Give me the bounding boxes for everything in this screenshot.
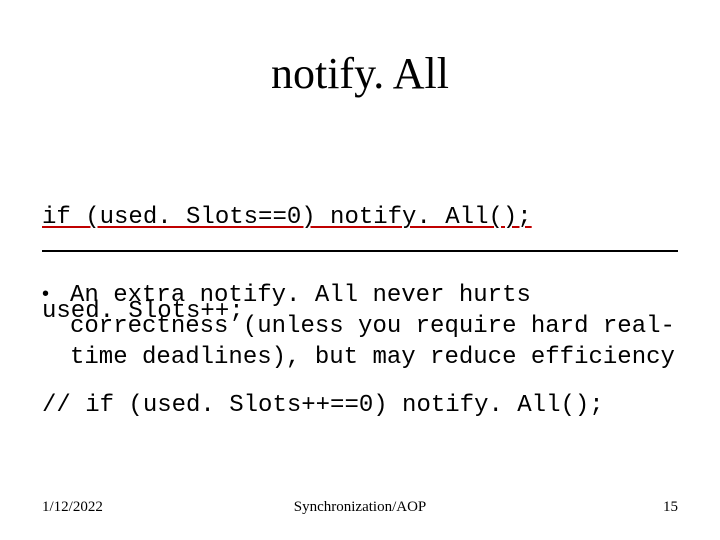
bullet-mark: • [42,280,70,308]
bullet-item: • An extra notify. All never hurts corre… [42,280,678,374]
bullet-text: An extra notify. All never hurts correct… [70,280,678,374]
horizontal-divider [42,250,678,252]
code-line-3: // if (used. Slots++==0) notify. All(); [42,390,678,421]
code-line-1: if (used. Slots==0) notify. All(); [42,202,678,233]
slide: notify. All if (used. Slots==0) notify. … [0,0,720,540]
footer-title: Synchronization/AOP [42,499,678,516]
footer-date: 1/12/2022 [42,499,103,516]
bullet-area: • An extra notify. All never hurts corre… [42,280,678,374]
footer-page-number: 15 [663,499,678,516]
slide-footer: 1/12/2022 Synchronization/AOP 15 [42,499,678,516]
slide-title: notify. All [0,48,720,99]
